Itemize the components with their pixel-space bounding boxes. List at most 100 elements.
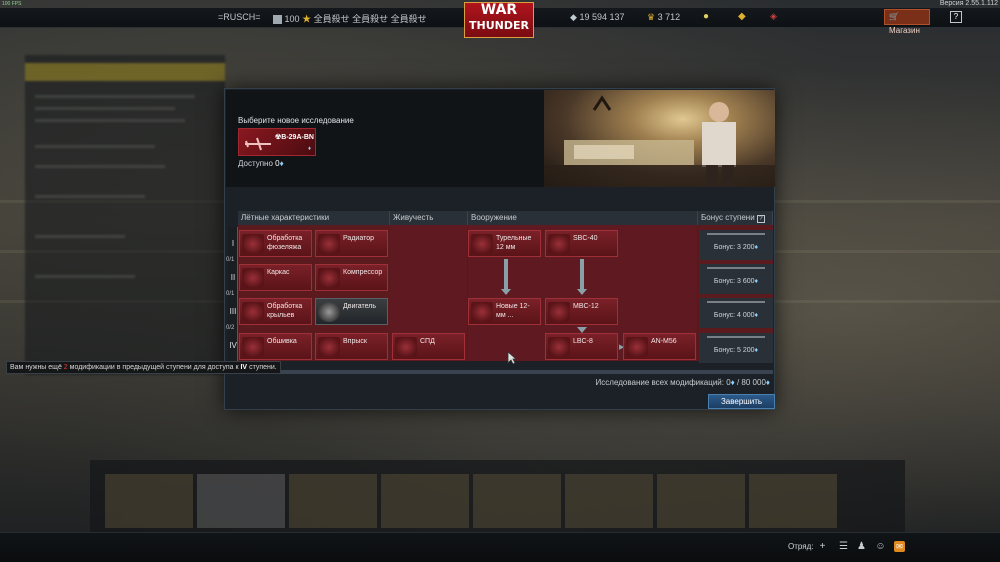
module-label: Обработка крыльев: [267, 303, 303, 319]
tier-bonus-1: Бонус: 3 200♦: [699, 230, 773, 260]
tier-label-3: III: [229, 307, 237, 316]
vehicle-card[interactable]: ☢B-29A-BN ♦: [238, 128, 316, 156]
cover-icon: [242, 337, 264, 357]
bonus-value: Бонус: 4 000: [713, 312, 755, 319]
module-new-12mm[interactable]: Новые 12-мм ...: [468, 298, 541, 325]
module-lbc8[interactable]: LBC-8: [545, 333, 618, 360]
injection-icon: [318, 337, 340, 357]
module-spd[interactable]: СПД: [392, 333, 465, 360]
tier-lock-tooltip: Вам нужны ещё 2 модификации в предыдущей…: [6, 361, 281, 374]
help-button[interactable]: ?: [950, 11, 962, 23]
tooltip-prefix: Вам нужны ещё: [10, 364, 62, 371]
tier-label-2: II: [230, 273, 236, 282]
fuselage-icon: [242, 234, 264, 254]
silver-lions[interactable]: ◆ 19 594 137: [570, 12, 624, 23]
arrow-down-icon: [577, 289, 587, 295]
tier-bonus-2: Бонус: 3 600♦: [699, 264, 773, 294]
research-modal: Выберите новое исследование ☢B-29A-BN ♦ …: [224, 88, 775, 410]
connector-line: [580, 259, 584, 289]
player-title: 全員殺せ 全員殺せ 全員殺せ: [313, 14, 427, 24]
research-progress-bar: [238, 370, 773, 374]
module-label: Новые 12-мм ...: [496, 303, 530, 319]
rp-icon: ♦: [279, 159, 284, 168]
golden-eagles-value: 3 712: [657, 12, 681, 22]
vehicle-name: ☢B-29A-BN: [275, 134, 314, 141]
tier-label-4: IV: [229, 341, 237, 350]
mail-icon[interactable]: ✉: [894, 541, 905, 552]
wing-icon: [242, 302, 264, 322]
module-compressor[interactable]: Компрессор: [315, 264, 388, 291]
bonus-value: Бонус: 5 200: [713, 347, 755, 354]
silver-lion-icon: ◆: [570, 12, 577, 22]
war-thunder-logo[interactable]: WAR THUNDER: [464, 2, 534, 38]
module-radiator[interactable]: Радиатор: [315, 230, 388, 257]
star-icon: ★: [302, 14, 312, 24]
module-fuselage[interactable]: Обработка фюзеляжа: [239, 230, 312, 257]
add-squad-icon[interactable]: +: [817, 541, 828, 552]
module-label: Впрыск: [343, 338, 367, 345]
chat-icon[interactable]: ☺: [875, 541, 886, 552]
bonus-value: Бонус: 3 200: [713, 244, 755, 251]
connector-line: [504, 259, 508, 289]
tooltip-tier: IV: [240, 364, 248, 371]
module-sbc40[interactable]: SBC-40: [545, 230, 618, 257]
tier-bonus-4: Бонус: 5 200♦: [699, 333, 773, 363]
module-label: LBC-8: [573, 338, 593, 345]
golden-eagles[interactable]: ♛ 3 712: [647, 12, 680, 23]
contacts-icon[interactable]: ♟: [856, 541, 867, 552]
engine-icon: [318, 302, 340, 322]
tooltip-count: 2: [63, 364, 68, 371]
module-label: Обработка фюзеляжа: [267, 235, 303, 251]
bonus-value: Бонус: 3 600: [713, 278, 755, 285]
help-icon[interactable]: ?: [756, 215, 765, 223]
radiator-icon: [318, 234, 340, 254]
premium-icon[interactable]: ◆: [738, 11, 746, 22]
total-max: / 80 000: [734, 378, 766, 387]
module-label: Двигатель: [343, 303, 377, 310]
squad-label: Отряд:: [788, 542, 814, 551]
blurred-vehicle-info-panel: [25, 55, 225, 375]
bomb-icon: [626, 337, 648, 357]
module-turret-12mm[interactable]: Турельные 12 мм: [468, 230, 541, 257]
module-frame[interactable]: Каркас: [239, 264, 312, 291]
nickname[interactable]: =RUSCH=: [218, 12, 261, 22]
logo-line1: WAR: [480, 2, 518, 18]
rank-icon: [273, 15, 282, 25]
compressor-icon: [318, 268, 340, 288]
rp-diamond-icon: ♦: [307, 146, 311, 152]
tier-bonus-3: Бонус: 4 000♦: [699, 298, 773, 328]
mouse-cursor: [507, 351, 517, 365]
logo-line2: THUNDER: [469, 19, 529, 32]
event-icon[interactable]: ◈: [770, 11, 777, 22]
module-label: SBC-40: [573, 235, 598, 242]
engineer-illustration: [544, 90, 775, 187]
column-survivability: Живучесть: [390, 211, 468, 225]
finish-button[interactable]: Завершить: [708, 394, 775, 409]
module-label: Турельные 12 мм: [496, 235, 532, 251]
silver-lions-value: 19 594 137: [579, 12, 625, 22]
module-injection[interactable]: Впрыск: [315, 333, 388, 360]
module-label: СПД: [420, 338, 435, 345]
level-value: 100: [284, 14, 300, 24]
blurred-crew-slots: [90, 460, 905, 532]
module-mbc12[interactable]: MBC-12: [545, 298, 618, 325]
list-icon[interactable]: ☰: [838, 541, 849, 552]
select-research-title: Выберите новое исследование: [238, 116, 354, 125]
arrow-down-icon: [501, 289, 511, 295]
ammo-icon: [471, 302, 493, 322]
shop-label: Магазин: [889, 26, 920, 35]
column-flight: Лётные характеристики: [238, 211, 390, 225]
module-engine[interactable]: Двигатель: [315, 298, 388, 325]
repair-icon: [395, 337, 417, 357]
cart-icon: 🛒: [889, 12, 899, 21]
module-cover[interactable]: Обшивка: [239, 333, 312, 360]
frame-icon: [242, 268, 264, 288]
total-label: Исследование всех модификаций: 0: [595, 378, 731, 387]
bulb-icon[interactable]: ●: [703, 11, 709, 22]
column-armament: Вооружение: [468, 211, 698, 225]
module-anm56[interactable]: AN-M56: [623, 333, 696, 360]
column-tier-bonus: Бонус ступени ?: [698, 211, 773, 225]
module-wings[interactable]: Обработка крыльев: [239, 298, 312, 325]
player-level[interactable]: 100 ★ 全員殺せ 全員殺せ 全員殺せ: [273, 12, 427, 25]
shop-button[interactable]: 🛒 Магазин: [884, 9, 930, 35]
